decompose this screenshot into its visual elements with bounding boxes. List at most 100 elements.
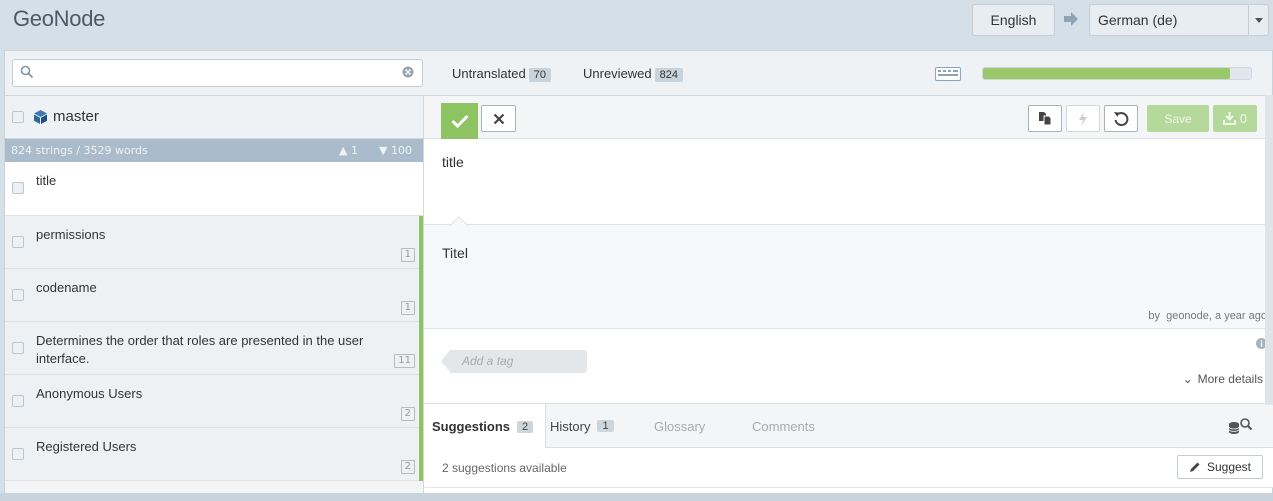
bottom-strip — [0, 493, 1273, 501]
sort-up-control[interactable]: ▲ 1 — [339, 144, 358, 157]
add-tag-input[interactable]: Add a tag — [441, 350, 587, 373]
list-item[interactable]: Registered Users 2 — [5, 428, 423, 481]
source-language-button[interactable]: English — [972, 4, 1055, 36]
unit-source-text: Determines the order that roles are pres… — [36, 333, 364, 366]
list-item[interactable]: title — [5, 162, 423, 216]
copy-icon — [1039, 112, 1052, 126]
unit-checkbox[interactable] — [12, 395, 24, 407]
suggestions-summary: 2 suggestions available — [442, 461, 567, 475]
tab-glossary[interactable]: Glossary — [654, 404, 705, 448]
unit-source-text: Registered Users — [36, 439, 137, 454]
sort-up-value: 1 — [350, 144, 358, 157]
unit-checkbox[interactable] — [12, 289, 24, 301]
unit-word-count: 2 — [400, 407, 415, 421]
unit-count-bar: 824 strings / 3529 words ▲ 1 ▼ 100 — [5, 139, 423, 162]
target-language-label: German (de) — [1098, 12, 1178, 28]
target-language-select[interactable]: German (de) — [1089, 4, 1269, 36]
untranslated-stat[interactable]: Untranslated 70 — [452, 66, 551, 82]
reject-button[interactable] — [481, 105, 516, 132]
untranslated-count: 70 — [528, 68, 551, 82]
suggestions-panel: 2 suggestions available Suggest — [424, 448, 1273, 488]
translation-area[interactable]: Titel by geonode, a year ago — [424, 225, 1273, 329]
tag-placeholder: Add a tag — [462, 354, 514, 368]
pencil-icon — [1189, 462, 1200, 472]
editor-toolbar: Save 0 — [424, 96, 1273, 139]
download-icon — [1222, 112, 1236, 125]
tab-suggestions-label: Suggestions — [432, 419, 511, 434]
lightning-icon — [1079, 111, 1087, 126]
translation-text[interactable]: Titel — [442, 245, 468, 261]
unit-checkbox[interactable] — [12, 448, 24, 460]
meta-time: , a year ago — [1208, 310, 1267, 322]
unreviewed-count: 824 — [654, 68, 684, 82]
list-item[interactable]: permissions 1 — [5, 216, 423, 269]
unit-source-text: title — [36, 173, 57, 188]
unit-count-summary: 824 strings / 3529 words — [11, 144, 148, 157]
tag-area: Add a tag ⌄ More details — [424, 329, 1273, 404]
more-details-link[interactable]: ⌄ More details — [1183, 372, 1263, 386]
keyboard-icon[interactable] — [935, 67, 961, 81]
translation-meta: by geonode, a year ago — [1148, 310, 1267, 322]
untranslated-label: Untranslated — [452, 66, 526, 81]
unit-checkbox[interactable] — [12, 236, 24, 248]
stats-row: Untranslated 70 Unreviewed 824 — [5, 51, 1272, 96]
list-item[interactable]: Anonymous Users 2 — [5, 375, 423, 428]
top-bar: GeoNode English German (de) — [0, 0, 1273, 48]
suggest-label: Suggest — [1206, 460, 1252, 474]
unit-word-count: 2 — [400, 460, 415, 474]
source-text-area: title — [424, 139, 1273, 225]
suggest-button[interactable]: Suggest — [1177, 455, 1263, 479]
arrow-right-icon — [1064, 12, 1078, 26]
more-details-label: More details — [1197, 372, 1263, 386]
copy-source-button[interactable] — [1028, 105, 1062, 132]
download-count: 0 — [1239, 111, 1248, 126]
detail-tabs: Suggestions 2 History 1 Glossary Comments — [424, 404, 1273, 449]
tab-suggestions-count: 2 — [517, 420, 534, 433]
translation-progress-bar — [982, 67, 1252, 80]
project-name[interactable]: master — [53, 108, 99, 125]
unit-list-column: master 824 strings / 3529 words ▲ 1 ▼ 10… — [5, 96, 423, 501]
clear-search-icon[interactable] — [402, 66, 414, 78]
list-item[interactable]: codename 1 — [5, 269, 423, 322]
unit-source-text: permissions — [36, 227, 106, 242]
unreviewed-stat[interactable]: Unreviewed 824 — [583, 66, 684, 82]
accept-button[interactable] — [441, 103, 478, 139]
undo-icon — [1114, 111, 1129, 126]
search-input[interactable] — [12, 59, 423, 87]
project-header: master — [5, 96, 423, 139]
sort-down-control[interactable]: ▼ 100 — [379, 144, 412, 157]
unit-word-count: 11 — [394, 354, 415, 368]
unit-source-text: codename — [36, 280, 97, 295]
sort-down-value: 100 — [390, 144, 412, 157]
cube-icon — [34, 110, 47, 124]
chevron-down-icon: ⌄ — [1182, 372, 1193, 386]
list-item[interactable]: Determines the order that roles are pres… — [5, 322, 423, 375]
download-button[interactable]: 0 — [1213, 105, 1257, 132]
tab-history-label: History — [550, 418, 591, 434]
source-text: title — [442, 154, 464, 170]
unit-source-text: Anonymous Users — [36, 386, 143, 401]
brand-logo[interactable]: GeoNode — [13, 6, 105, 32]
search-icon — [20, 65, 34, 79]
chevron-down-icon[interactable] — [1248, 5, 1268, 35]
unreviewed-label: Unreviewed — [583, 66, 652, 81]
progress-fill — [983, 68, 1230, 79]
machine-translate-button[interactable] — [1066, 105, 1100, 132]
tab-suggestions[interactable]: Suggestions 2 — [424, 404, 546, 449]
unit-checkbox[interactable] — [12, 182, 24, 194]
editor-scrollbar[interactable] — [1265, 95, 1273, 405]
meta-user[interactable]: geonode — [1166, 310, 1209, 322]
database-search-icon[interactable] — [1227, 417, 1253, 435]
select-all-checkbox[interactable] — [12, 111, 24, 123]
unit-word-count: 1 — [400, 248, 415, 262]
editor-column: Save 0 title Titel by geonode, a year ag… — [423, 96, 1273, 501]
undo-button[interactable] — [1104, 105, 1138, 132]
unit-checkbox[interactable] — [12, 342, 24, 354]
close-icon — [493, 113, 504, 124]
save-button[interactable]: Save — [1147, 105, 1209, 132]
tab-history[interactable]: History 1 — [550, 404, 614, 448]
tab-comments[interactable]: Comments — [752, 404, 815, 448]
meta-by: by — [1148, 310, 1160, 322]
tab-history-count: 1 — [597, 420, 614, 432]
editor-panel: Untranslated70 Unreviewed824 master 82 — [4, 50, 1273, 501]
